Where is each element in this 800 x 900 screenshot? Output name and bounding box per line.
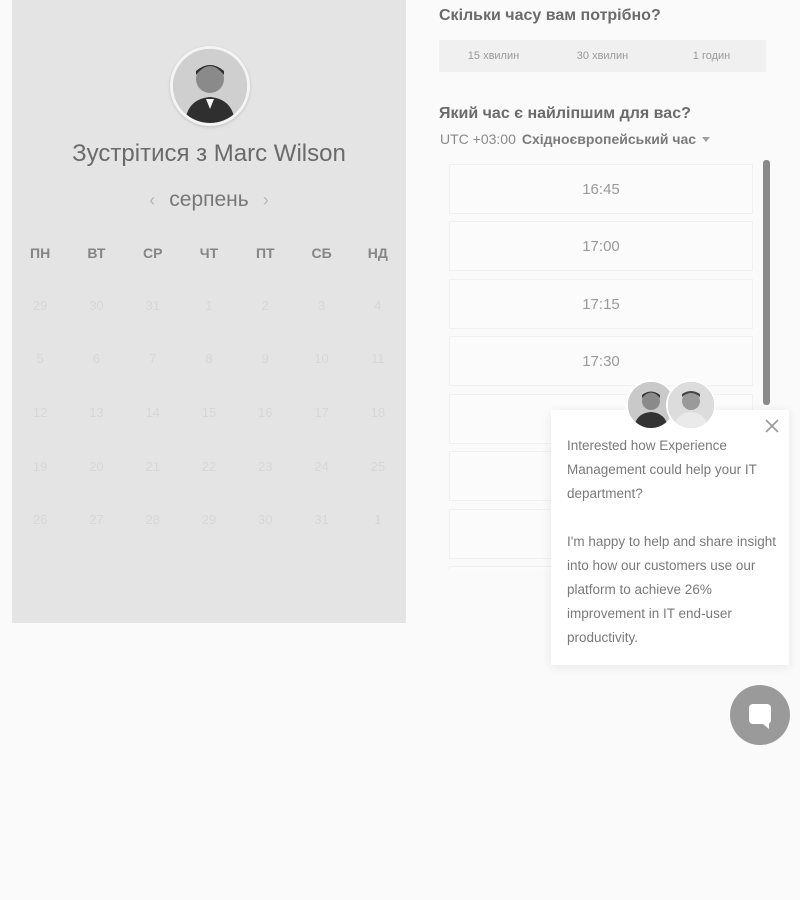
calendar-day[interactable]: 24: [293, 459, 349, 474]
duration-heading: Скільки часу вам потрібно?: [439, 7, 661, 24]
chat-launcher-button[interactable]: [730, 685, 790, 745]
calendar-day: 4: [374, 298, 382, 313]
chevron-right-icon[interactable]: ›: [263, 186, 269, 214]
popup-paragraph: I'm happy to help and share insight into…: [567, 534, 776, 645]
time-slot[interactable]: 17:00: [449, 221, 753, 271]
calendar-day[interactable]: 13: [68, 405, 124, 420]
calendar-day[interactable]: 10: [293, 351, 349, 366]
popup-paragraph: Interested how Experience Management cou…: [567, 438, 757, 501]
calendar-day: 2: [261, 298, 269, 313]
calendar-day: 29: [32, 298, 48, 313]
weekday-label: СР: [142, 245, 163, 261]
close-icon[interactable]: [762, 416, 782, 436]
calendar-day[interactable]: 7: [125, 351, 181, 366]
duration-option-15[interactable]: 15 хвилин: [439, 40, 548, 72]
chat-bubble-icon: [749, 704, 771, 729]
calendar-day[interactable]: 6: [68, 351, 124, 366]
weekday-label: НД: [367, 245, 388, 261]
calendar-day[interactable]: 1: [350, 512, 406, 527]
time-slot[interactable]: 17:15: [449, 279, 753, 329]
calendar-day[interactable]: 16: [237, 405, 293, 420]
duration-option-30[interactable]: 30 хвилин: [548, 40, 657, 72]
calendar-day[interactable]: 25: [350, 459, 406, 474]
calendar-week: 29 30 31 1 2 3 4: [12, 298, 406, 313]
chevron-left-icon[interactable]: ‹: [149, 186, 155, 214]
calendar-day[interactable]: 18: [350, 405, 406, 420]
agent-avatar: [666, 380, 716, 430]
weekday-label: ЧТ: [199, 245, 219, 261]
calendar-day[interactable]: 19: [12, 459, 68, 474]
weekday-label: ПТ: [255, 245, 275, 261]
calendar-day[interactable]: 12: [12, 405, 68, 420]
calendar-day[interactable]: 14: [125, 405, 181, 420]
weekday-label: СБ: [311, 245, 332, 261]
timezone-select[interactable]: UTC +03:00 Східноєвропейський час: [440, 131, 711, 147]
calendar-day[interactable]: 22: [181, 459, 237, 474]
calendar-day[interactable]: 21: [125, 459, 181, 474]
timezone-offset: UTC +03:00: [440, 131, 516, 147]
calendar-day[interactable]: 8: [181, 351, 237, 366]
scheduler-panel: Зустрітися з Marc Wilson ‹ серпень › ПН …: [12, 0, 406, 623]
calendar-day[interactable]: 31: [293, 512, 349, 527]
calendar-day[interactable]: 26: [12, 512, 68, 527]
timezone-name: Східноєвропейський час: [521, 131, 697, 147]
meeting-title: Зустрітися з Marc Wilson: [72, 140, 346, 167]
weekday-header: ПН ВТ СР ЧТ ПТ СБ НД: [12, 245, 406, 261]
calendar-day: 1: [205, 298, 213, 313]
calendar-day: 3: [317, 298, 326, 313]
time-slot[interactable]: 16:45: [449, 164, 753, 214]
calendar-day[interactable]: 23: [237, 459, 293, 474]
caret-down-icon: [702, 136, 711, 142]
calendar-day[interactable]: 17: [293, 405, 349, 420]
weekday-label: ВТ: [87, 245, 106, 261]
duration-option-60[interactable]: 1 годин: [657, 40, 766, 72]
host-avatar: [170, 46, 250, 126]
close-icon-graphic: [765, 419, 779, 433]
time-slot[interactable]: 17:30: [449, 336, 753, 386]
host-avatar-image: [173, 49, 247, 123]
calendar-day[interactable]: 5: [12, 351, 68, 366]
calendar-week: 19 20 21 22 23 24 25: [12, 459, 406, 474]
calendar-week: 5 6 7 8 9 10 11: [12, 351, 406, 366]
month-navigator: ‹ серпень ›: [12, 186, 406, 214]
calendar-week: 12 13 14 15 16 17 18: [12, 405, 406, 420]
time-heading: Який час є найліпшим для вас?: [439, 105, 691, 122]
calendar-day: 31: [145, 298, 160, 313]
calendar-day[interactable]: 29: [181, 512, 237, 527]
calendar-day[interactable]: 15: [181, 405, 237, 420]
calendar-day[interactable]: 28: [125, 512, 181, 527]
popup-message: Interested how Experience Management cou…: [567, 434, 777, 650]
calendar-day[interactable]: 20: [68, 459, 124, 474]
calendar-day[interactable]: 11: [350, 351, 406, 366]
weekday-label: ПН: [30, 245, 51, 261]
current-month: серпень: [169, 188, 249, 211]
calendar-day[interactable]: 30: [237, 512, 293, 527]
scrollbar-thumb[interactable]: [763, 160, 770, 405]
calendar-week: 26 27 28 29 30 31 1: [12, 512, 406, 527]
duration-selector: 15 хвилин 30 хвилин 1 годин: [439, 40, 766, 72]
agent-avatar-image: [668, 382, 714, 428]
calendar-day[interactable]: 27: [68, 512, 124, 527]
popup-agent-avatars: [626, 380, 716, 432]
calendar-day: 30: [89, 298, 104, 313]
calendar-day[interactable]: 9: [237, 351, 293, 366]
